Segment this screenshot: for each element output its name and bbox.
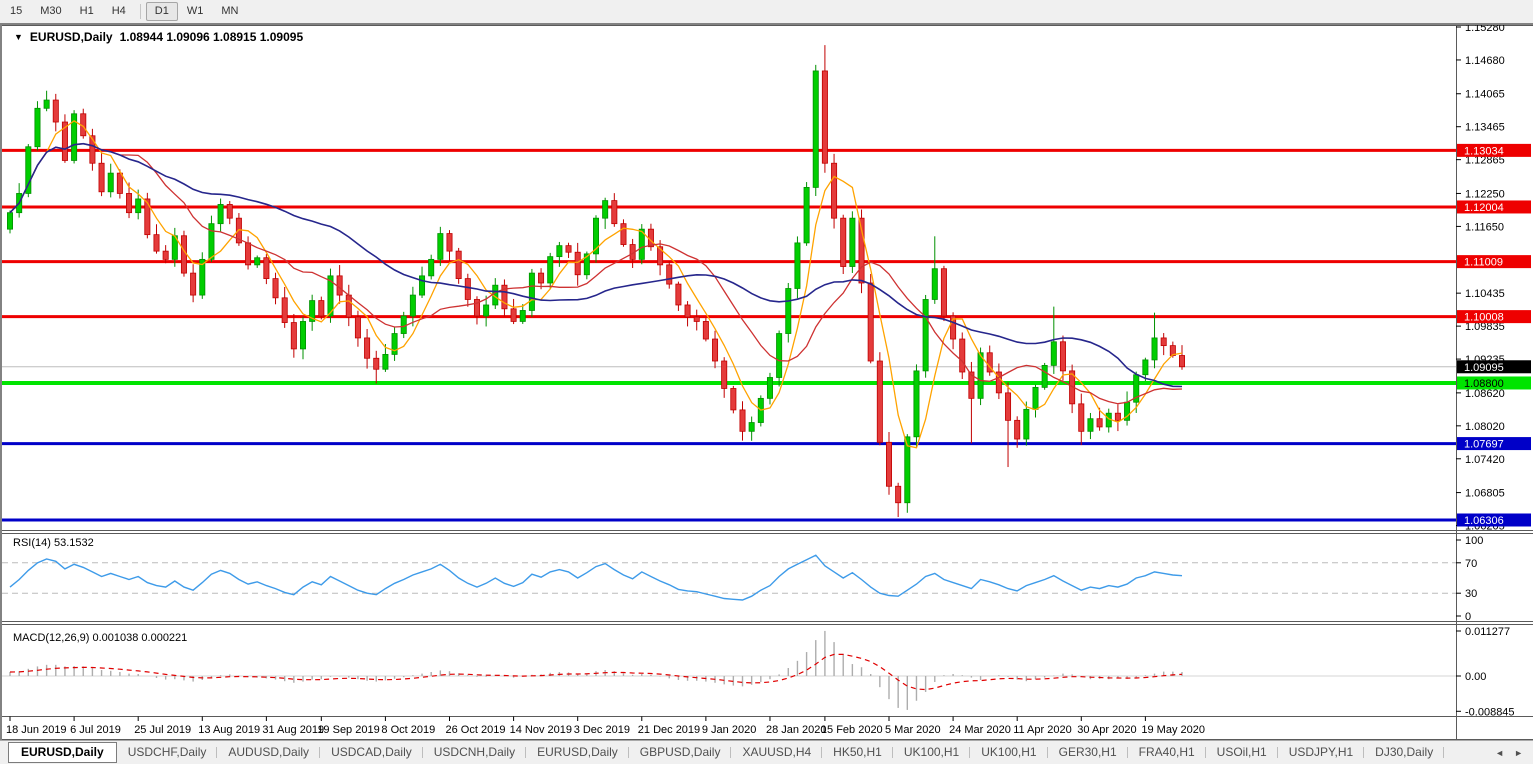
chart-tab-eurusd-daily[interactable]: EURUSD,Daily <box>8 741 117 763</box>
chart-tab-usdcnh-daily[interactable]: USDCNH,Daily <box>423 742 527 763</box>
svg-text:30: 30 <box>1465 588 1477 600</box>
svg-text:30 Apr 2020: 30 Apr 2020 <box>1077 724 1136 736</box>
svg-text:1.15280: 1.15280 <box>1465 25 1505 34</box>
chart-tab-eurusd-daily[interactable]: EURUSD,Daily <box>526 742 629 763</box>
chart-canvas[interactable]: 1.152801.146801.140651.134651.128651.122… <box>2 25 1533 741</box>
timeframe-button-d1[interactable]: D1 <box>145 2 178 21</box>
chart-title: ▼ EURUSD,Daily 1.08944 1.09096 1.08915 1… <box>14 30 303 44</box>
toolbar-separator <box>139 4 141 19</box>
svg-text:1.12250: 1.12250 <box>1465 188 1505 200</box>
svg-text:1.08020: 1.08020 <box>1465 421 1505 433</box>
chart-tab-dj30-daily[interactable]: DJ30,Daily <box>1364 742 1445 763</box>
chart-tab-usdcad-daily[interactable]: USDCAD,Daily <box>320 742 423 763</box>
svg-text:5 Mar 2020: 5 Mar 2020 <box>885 724 941 736</box>
svg-text:19 Sep 2019: 19 Sep 2019 <box>317 724 379 736</box>
svg-text:28 Jan 2020: 28 Jan 2020 <box>766 724 827 736</box>
svg-text:1.14680: 1.14680 <box>1465 55 1505 67</box>
svg-text:13 Aug 2019: 13 Aug 2019 <box>198 724 260 736</box>
timeframe-button-mn[interactable]: MN <box>212 2 247 21</box>
rsi-indicator-label: RSI(14) 53.1532 <box>13 537 94 549</box>
svg-text:1.07697: 1.07697 <box>1464 439 1504 451</box>
chart-tab-bar: EURUSD,Daily USDCHF,Daily AUDUSD,Daily USDC… <box>0 740 1533 764</box>
chart-tab-usdchf-daily[interactable]: USDCHF,Daily <box>117 742 218 763</box>
svg-text:70: 70 <box>1465 558 1477 570</box>
svg-text:1.09095: 1.09095 <box>1464 362 1504 374</box>
svg-text:31 Aug 2019: 31 Aug 2019 <box>262 724 324 736</box>
svg-text:3 Dec 2019: 3 Dec 2019 <box>574 724 630 736</box>
pane-splitter-rsi[interactable] <box>0 529 1533 534</box>
svg-text:21 Dec 2019: 21 Dec 2019 <box>638 724 700 736</box>
svg-text:8 Oct 2019: 8 Oct 2019 <box>381 724 435 736</box>
svg-text:1.11650: 1.11650 <box>1465 221 1504 233</box>
chart-tab-usdjpy-h1[interactable]: USDJPY,H1 <box>1278 742 1365 763</box>
chart-tab-uk100-h1[interactable]: UK100,H1 <box>893 742 971 763</box>
tab-scroll-arrows: ◄ ► <box>1495 748 1533 758</box>
timeframe-button-h1[interactable]: H1 <box>71 2 103 21</box>
svg-text:100: 100 <box>1465 535 1483 547</box>
timeframe-button-15[interactable]: 15 <box>1 2 31 21</box>
svg-text:0.00: 0.00 <box>1465 671 1486 683</box>
chart-tab-usoil-h1[interactable]: USOil,H1 <box>1206 742 1278 763</box>
svg-text:1.10435: 1.10435 <box>1465 288 1505 300</box>
svg-text:26 Oct 2019: 26 Oct 2019 <box>446 724 506 736</box>
svg-text:1.13465: 1.13465 <box>1465 122 1505 134</box>
svg-text:15 Feb 2020: 15 Feb 2020 <box>821 724 883 736</box>
svg-text:1.10008: 1.10008 <box>1464 312 1504 324</box>
chart-tab-fra40-h1[interactable]: FRA40,H1 <box>1128 742 1206 763</box>
svg-text:11 Apr 2020: 11 Apr 2020 <box>1013 724 1072 736</box>
chart-symbol-label: EURUSD,Daily <box>29 30 113 44</box>
svg-text:1.06306: 1.06306 <box>1464 515 1504 527</box>
svg-text:-0.008845: -0.008845 <box>1465 706 1515 718</box>
timeframe-toolbar: 15 M30 H1 H4 D1 W1 MN <box>0 0 1533 23</box>
svg-text:1.14065: 1.14065 <box>1465 89 1505 101</box>
macd-indicator-label: MACD(12,26,9) 0.001038 0.000221 <box>13 632 188 644</box>
svg-text:9 Jan 2020: 9 Jan 2020 <box>702 724 756 736</box>
timeframe-button-w1[interactable]: W1 <box>178 2 213 21</box>
tab-scroll-left-button[interactable]: ◄ <box>1495 748 1504 758</box>
pane-splitter-macd[interactable] <box>0 621 1533 626</box>
chart-tab-ger30-h1[interactable]: GER30,H1 <box>1048 742 1128 763</box>
svg-text:1.06805: 1.06805 <box>1465 488 1505 500</box>
chart-ohlc-values: 1.08944 1.09096 1.08915 1.09095 <box>119 30 304 44</box>
svg-text:0.011277: 0.011277 <box>1465 626 1510 638</box>
chart-window: 1.15280 1.14680 1.14065 1.13465 1.12865 1.122… <box>0 23 1533 741</box>
svg-text:24 Mar 2020: 24 Mar 2020 <box>949 724 1011 736</box>
svg-text:18 Jun 2019: 18 Jun 2019 <box>6 724 67 736</box>
svg-text:25 Jul 2019: 25 Jul 2019 <box>134 724 191 736</box>
tab-scroll-right-button[interactable]: ► <box>1514 748 1523 758</box>
chart-tab-gbpusd-daily[interactable]: GBPUSD,Daily <box>629 742 732 763</box>
timeframe-button-h4[interactable]: H4 <box>103 2 135 21</box>
svg-text:14 Nov 2019: 14 Nov 2019 <box>510 724 572 736</box>
svg-text:1.08800: 1.08800 <box>1464 378 1504 390</box>
chart-tab-hk50-h1[interactable]: HK50,H1 <box>822 742 893 763</box>
chart-tab-audusd-daily[interactable]: AUDUSD,Daily <box>217 742 320 763</box>
svg-text:1.12004: 1.12004 <box>1464 202 1504 214</box>
timeframe-button-m30[interactable]: M30 <box>31 2 70 21</box>
svg-text:19 May 2020: 19 May 2020 <box>1141 724 1205 736</box>
svg-text:1.11009: 1.11009 <box>1464 257 1503 269</box>
svg-text:6 Jul 2019: 6 Jul 2019 <box>70 724 121 736</box>
chart-collapse-icon[interactable]: ▼ <box>14 32 23 42</box>
chart-tab-xauusd-h4[interactable]: XAUUSD,H4 <box>731 742 822 763</box>
svg-text:1.13034: 1.13034 <box>1464 145 1504 157</box>
svg-text:1.07420: 1.07420 <box>1465 454 1505 466</box>
chart-tab-uk100-h1[interactable]: UK100,H1 <box>970 742 1048 763</box>
